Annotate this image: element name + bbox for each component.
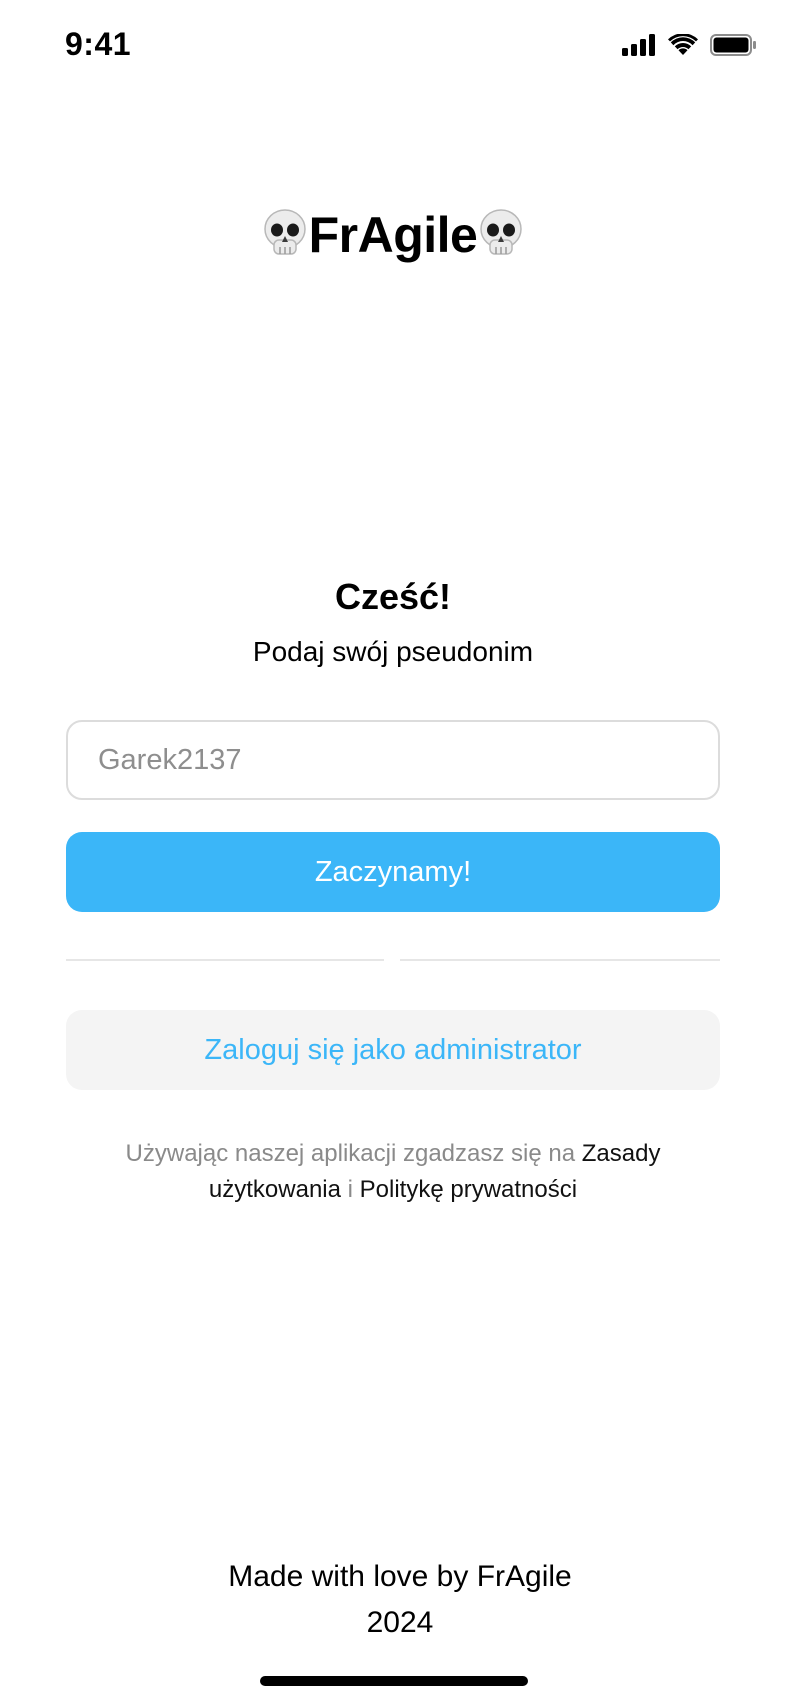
status-bar: 9:41 <box>0 0 786 95</box>
terms-joiner: i <box>340 1176 360 1203</box>
admin-login-button[interactable]: Zaloguj się jako administrator <box>66 1010 720 1090</box>
terms-notice: Używając naszej aplikacji zgadzasz się n… <box>90 1136 696 1208</box>
footer-credit: Made with love by FrAgile <box>228 1560 572 1593</box>
footer: Made with love by FrAgile 2024 <box>0 1554 786 1646</box>
wifi-icon <box>668 34 698 55</box>
skull-icon <box>480 209 523 255</box>
divider-left <box>66 959 384 961</box>
status-time: 9:41 <box>65 26 132 62</box>
terms-prefix: Używając naszej aplikacji zgadzasz się n… <box>125 1140 582 1167</box>
greeting-heading: Cześć! <box>334 576 452 617</box>
battery-icon <box>710 34 756 56</box>
home-indicator[interactable] <box>260 1676 528 1686</box>
skull-icon <box>263 209 306 255</box>
start-button[interactable]: Zaczynamy! <box>66 832 720 912</box>
app-title: FrAgile <box>308 207 478 263</box>
nickname-prompt: Podaj swój pseudonim <box>252 636 534 667</box>
privacy-policy-link[interactable]: Politykę prywatności <box>360 1176 577 1203</box>
status-icons <box>622 32 756 58</box>
app-logo: FrAgile <box>0 200 786 270</box>
nickname-input[interactable] <box>66 720 720 800</box>
signal-icon <box>622 34 655 56</box>
divider-right <box>400 959 720 961</box>
footer-year: 2024 <box>366 1606 434 1639</box>
